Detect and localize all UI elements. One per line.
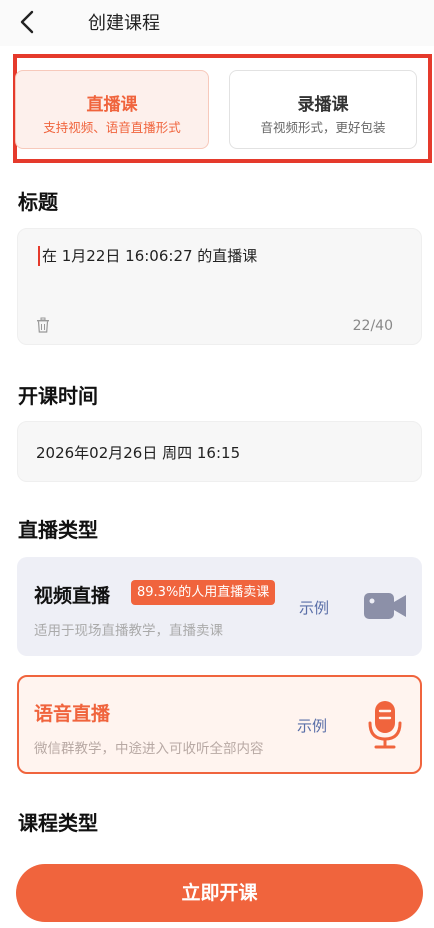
back-arrow-icon[interactable] <box>14 6 42 38</box>
tab-recorded-course-title: 录播课 <box>297 95 349 115</box>
trash-icon[interactable] <box>36 317 50 333</box>
text-caret <box>38 246 40 266</box>
live-type-video-card[interactable]: 视频直播 89.3%的人用直播卖课 适用于现场直播教学，直播卖课 示例 <box>17 557 422 656</box>
video-live-description: 适用于现场直播教学，直播卖课 <box>34 623 223 639</box>
video-live-example-link[interactable]: 示例 <box>299 597 329 618</box>
live-type-voice-card[interactable]: 语音直播 微信群教学，中途进入可收听全部内容 示例 <box>17 675 422 774</box>
start-time-section-label: 开课时间 <box>18 384 98 408</box>
voice-live-title: 语音直播 <box>34 703 111 725</box>
tab-live-course-subtitle: 支持视频、语音直播形式 <box>43 120 181 135</box>
tab-live-course-title: 直播课 <box>86 95 138 115</box>
start-time-picker[interactable]: 2026年02月26日 周四 16:15 <box>17 421 422 482</box>
video-live-title: 视频直播 <box>34 585 111 607</box>
voice-live-example-link[interactable]: 示例 <box>297 715 327 736</box>
tab-recorded-course-subtitle: 音视频形式，更好包装 <box>260 120 386 135</box>
tab-live-course[interactable]: 直播课 支持视频、语音直播形式 <box>15 70 209 149</box>
app-header: 创建课程 <box>0 0 434 46</box>
tab-recorded-course[interactable]: 录播课 音视频形式，更好包装 <box>229 70 417 149</box>
title-section-label: 标题 <box>18 190 58 214</box>
course-type-section-label: 课程类型 <box>18 811 98 835</box>
video-camera-icon <box>364 593 406 619</box>
title-input[interactable]: 在 1月22日 16:06:27 的直播课 22/40 <box>17 228 422 345</box>
voice-live-description: 微信群教学，中途进入可收听全部内容 <box>34 741 264 757</box>
page-title: 创建课程 <box>88 13 160 34</box>
start-course-button[interactable]: 立即开课 <box>16 864 423 922</box>
title-input-value: 在 1月22日 16:06:27 的直播课 <box>42 247 258 265</box>
start-time-value: 2026年02月26日 周四 16:15 <box>36 444 241 462</box>
title-char-counter: 22/40 <box>352 318 393 334</box>
live-type-section-label: 直播类型 <box>18 518 98 542</box>
popularity-badge: 89.3%的人用直播卖课 <box>131 580 276 605</box>
microphone-icon <box>368 701 402 749</box>
